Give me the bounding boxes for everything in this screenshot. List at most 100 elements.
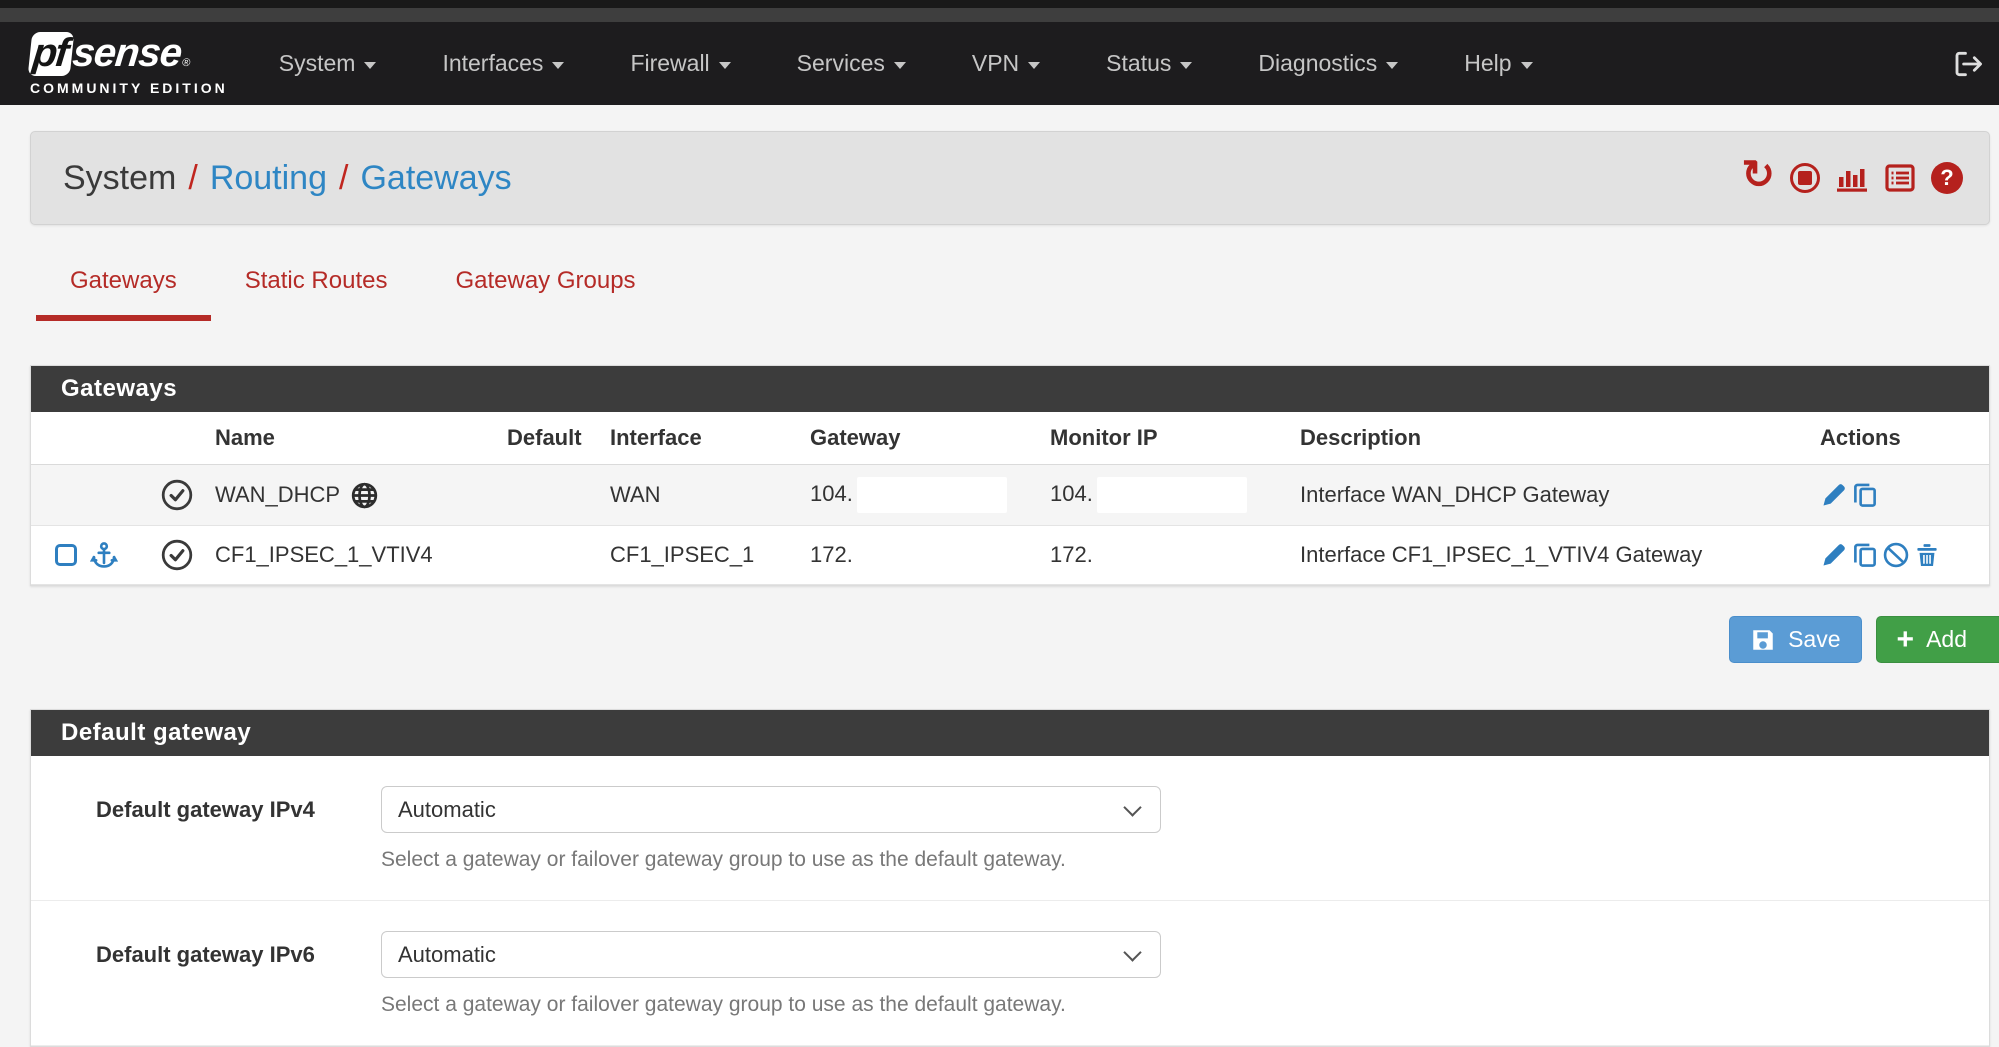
sign-out-icon[interactable] — [1953, 49, 1985, 79]
table-header-row: Name Default Interface Gateway Monitor I… — [31, 412, 1989, 465]
breadcrumb-separator: / — [339, 159, 348, 198]
copy-icon[interactable] — [1851, 481, 1879, 509]
add-button-label: Add — [1926, 626, 1967, 653]
tab-static-routes[interactable]: Static Routes — [211, 265, 422, 321]
pfsense-logo[interactable]: pfsense® COMMUNITY EDITION — [30, 32, 228, 95]
col-gateway: Gateway — [806, 412, 1046, 465]
row-status-cell — [156, 465, 211, 526]
nav-item-interfaces[interactable]: Interfaces — [409, 50, 597, 77]
col-interface: Interface — [606, 412, 806, 465]
tab-gateway-groups[interactable]: Gateway Groups — [421, 265, 669, 321]
nav-item-label: Status — [1106, 50, 1171, 77]
breadcrumb-routing-link[interactable]: Routing — [210, 159, 327, 198]
check-circle-icon — [160, 538, 194, 572]
description-cell: Interface CF1_IPSEC_1_VTIV4 Gateway — [1296, 526, 1816, 585]
disable-icon[interactable] — [1882, 541, 1910, 569]
edit-icon[interactable] — [1820, 481, 1848, 509]
gateways-panel: Gateways Name Default Interface Gateway … — [30, 365, 1990, 586]
breadcrumb-gateways-link[interactable]: Gateways — [360, 159, 511, 198]
table-row: CF1_IPSEC_1_VTIV4 CF1_IPSEC_1 172. 172. … — [31, 526, 1989, 585]
default-gateway-ipv6-select[interactable]: Automatic — [381, 931, 1161, 978]
globe-icon — [350, 481, 379, 510]
bar-chart-icon[interactable] — [1835, 162, 1869, 194]
ipv4-help-text: Select a gateway or failover gateway gro… — [381, 848, 1161, 872]
default-gateway-panel-title: Default gateway — [31, 710, 1989, 756]
nav-item-help[interactable]: Help — [1431, 50, 1565, 77]
ipv6-label: Default gateway IPv6 — [31, 931, 331, 968]
form-row-ipv4: Default gateway IPv4 Automatic Select a … — [31, 756, 1989, 901]
navbar: pfsense® COMMUNITY EDITION System Interf… — [0, 22, 1999, 105]
col-name: Name — [211, 412, 503, 465]
row-controls-cell — [31, 526, 156, 585]
breadcrumb: System / Routing / Gateways — [63, 159, 512, 198]
nav-item-label: Help — [1464, 50, 1511, 77]
logo-community-edition: COMMUNITY EDITION — [30, 81, 228, 95]
col-monitor-ip: Monitor IP — [1046, 412, 1296, 465]
window-title-strip — [0, 8, 1999, 22]
logo-registered-mark: ® — [182, 58, 191, 69]
square-marker-icon[interactable] — [55, 544, 77, 566]
ipv4-select-wrap: Automatic — [381, 786, 1161, 833]
monitor-ip-cell: 172. — [1046, 526, 1296, 585]
col-default: Default — [503, 412, 606, 465]
chevron-down-icon — [894, 62, 906, 69]
floppy-save-icon — [1750, 627, 1776, 653]
gateway-name-cell: WAN_DHCP — [211, 465, 503, 526]
stop-icon[interactable] — [1790, 163, 1820, 193]
nav-item-label: Services — [797, 50, 885, 77]
gateway-name-cell: CF1_IPSEC_1_VTIV4 — [211, 526, 503, 585]
interface-cell: WAN — [606, 465, 806, 526]
chevron-down-icon — [719, 62, 731, 69]
nav-item-services[interactable]: Services — [764, 50, 939, 77]
description-cell: Interface WAN_DHCP Gateway — [1296, 465, 1816, 526]
redaction-box — [1097, 477, 1247, 513]
breadcrumb-system: System — [63, 159, 176, 198]
save-button-label: Save — [1788, 626, 1840, 653]
save-button[interactable]: Save — [1729, 616, 1861, 663]
chevron-down-icon — [1386, 62, 1398, 69]
chevron-down-icon — [1521, 62, 1533, 69]
logo-pf-badge: pf — [28, 32, 74, 76]
nav-item-vpn[interactable]: VPN — [939, 50, 1073, 77]
delete-icon[interactable] — [1913, 541, 1941, 569]
gateway-ip-cell: 172. — [806, 526, 1046, 585]
nav-item-label: VPN — [972, 50, 1019, 77]
chevron-down-icon — [364, 62, 376, 69]
nav-item-status[interactable]: Status — [1073, 50, 1225, 77]
row-controls-cell — [31, 465, 156, 526]
nav-item-label: System — [279, 50, 356, 77]
log-list-icon[interactable] — [1884, 162, 1916, 194]
col-description: Description — [1296, 412, 1816, 465]
add-button[interactable]: + Add — [1876, 616, 1999, 663]
chevron-down-icon — [1180, 62, 1192, 69]
nav-item-diagnostics[interactable]: Diagnostics — [1225, 50, 1431, 77]
actions-cell — [1816, 465, 1989, 526]
anchor-icon — [90, 540, 118, 570]
nav-item-label: Interfaces — [442, 50, 543, 77]
button-row: Save + Add — [0, 616, 1999, 663]
gateway-name: WAN_DHCP — [215, 482, 340, 508]
page-action-icons: ↻ ? — [1741, 162, 1963, 194]
row-status-cell — [156, 526, 211, 585]
logo-sense-text: sense — [71, 33, 184, 73]
default-gateway-panel: Default gateway Default gateway IPv4 Aut… — [30, 709, 1990, 1047]
ipv4-label: Default gateway IPv4 — [31, 786, 331, 823]
nav-menu: System Interfaces Firewall Services VPN … — [246, 50, 1566, 77]
nav-item-firewall[interactable]: Firewall — [597, 50, 763, 77]
copy-icon[interactable] — [1851, 541, 1879, 569]
refresh-icon[interactable]: ↻ — [1741, 160, 1775, 190]
help-icon[interactable]: ? — [1931, 162, 1963, 194]
edit-icon[interactable] — [1820, 541, 1848, 569]
gateway-ip-cell: 104. — [806, 465, 1046, 526]
tab-gateways[interactable]: Gateways — [36, 265, 211, 321]
actions-cell — [1816, 526, 1989, 585]
table-row: WAN_DHCP WAN 104. 104. Interface WAN_D — [31, 465, 1989, 526]
col-controls — [31, 412, 156, 465]
col-actions: Actions — [1816, 412, 1989, 465]
breadcrumb-bar: System / Routing / Gateways ↻ — [30, 131, 1990, 225]
plus-icon: + — [1897, 629, 1915, 651]
default-cell — [503, 526, 606, 585]
default-cell — [503, 465, 606, 526]
nav-item-system[interactable]: System — [246, 50, 410, 77]
default-gateway-ipv4-select[interactable]: Automatic — [381, 786, 1161, 833]
